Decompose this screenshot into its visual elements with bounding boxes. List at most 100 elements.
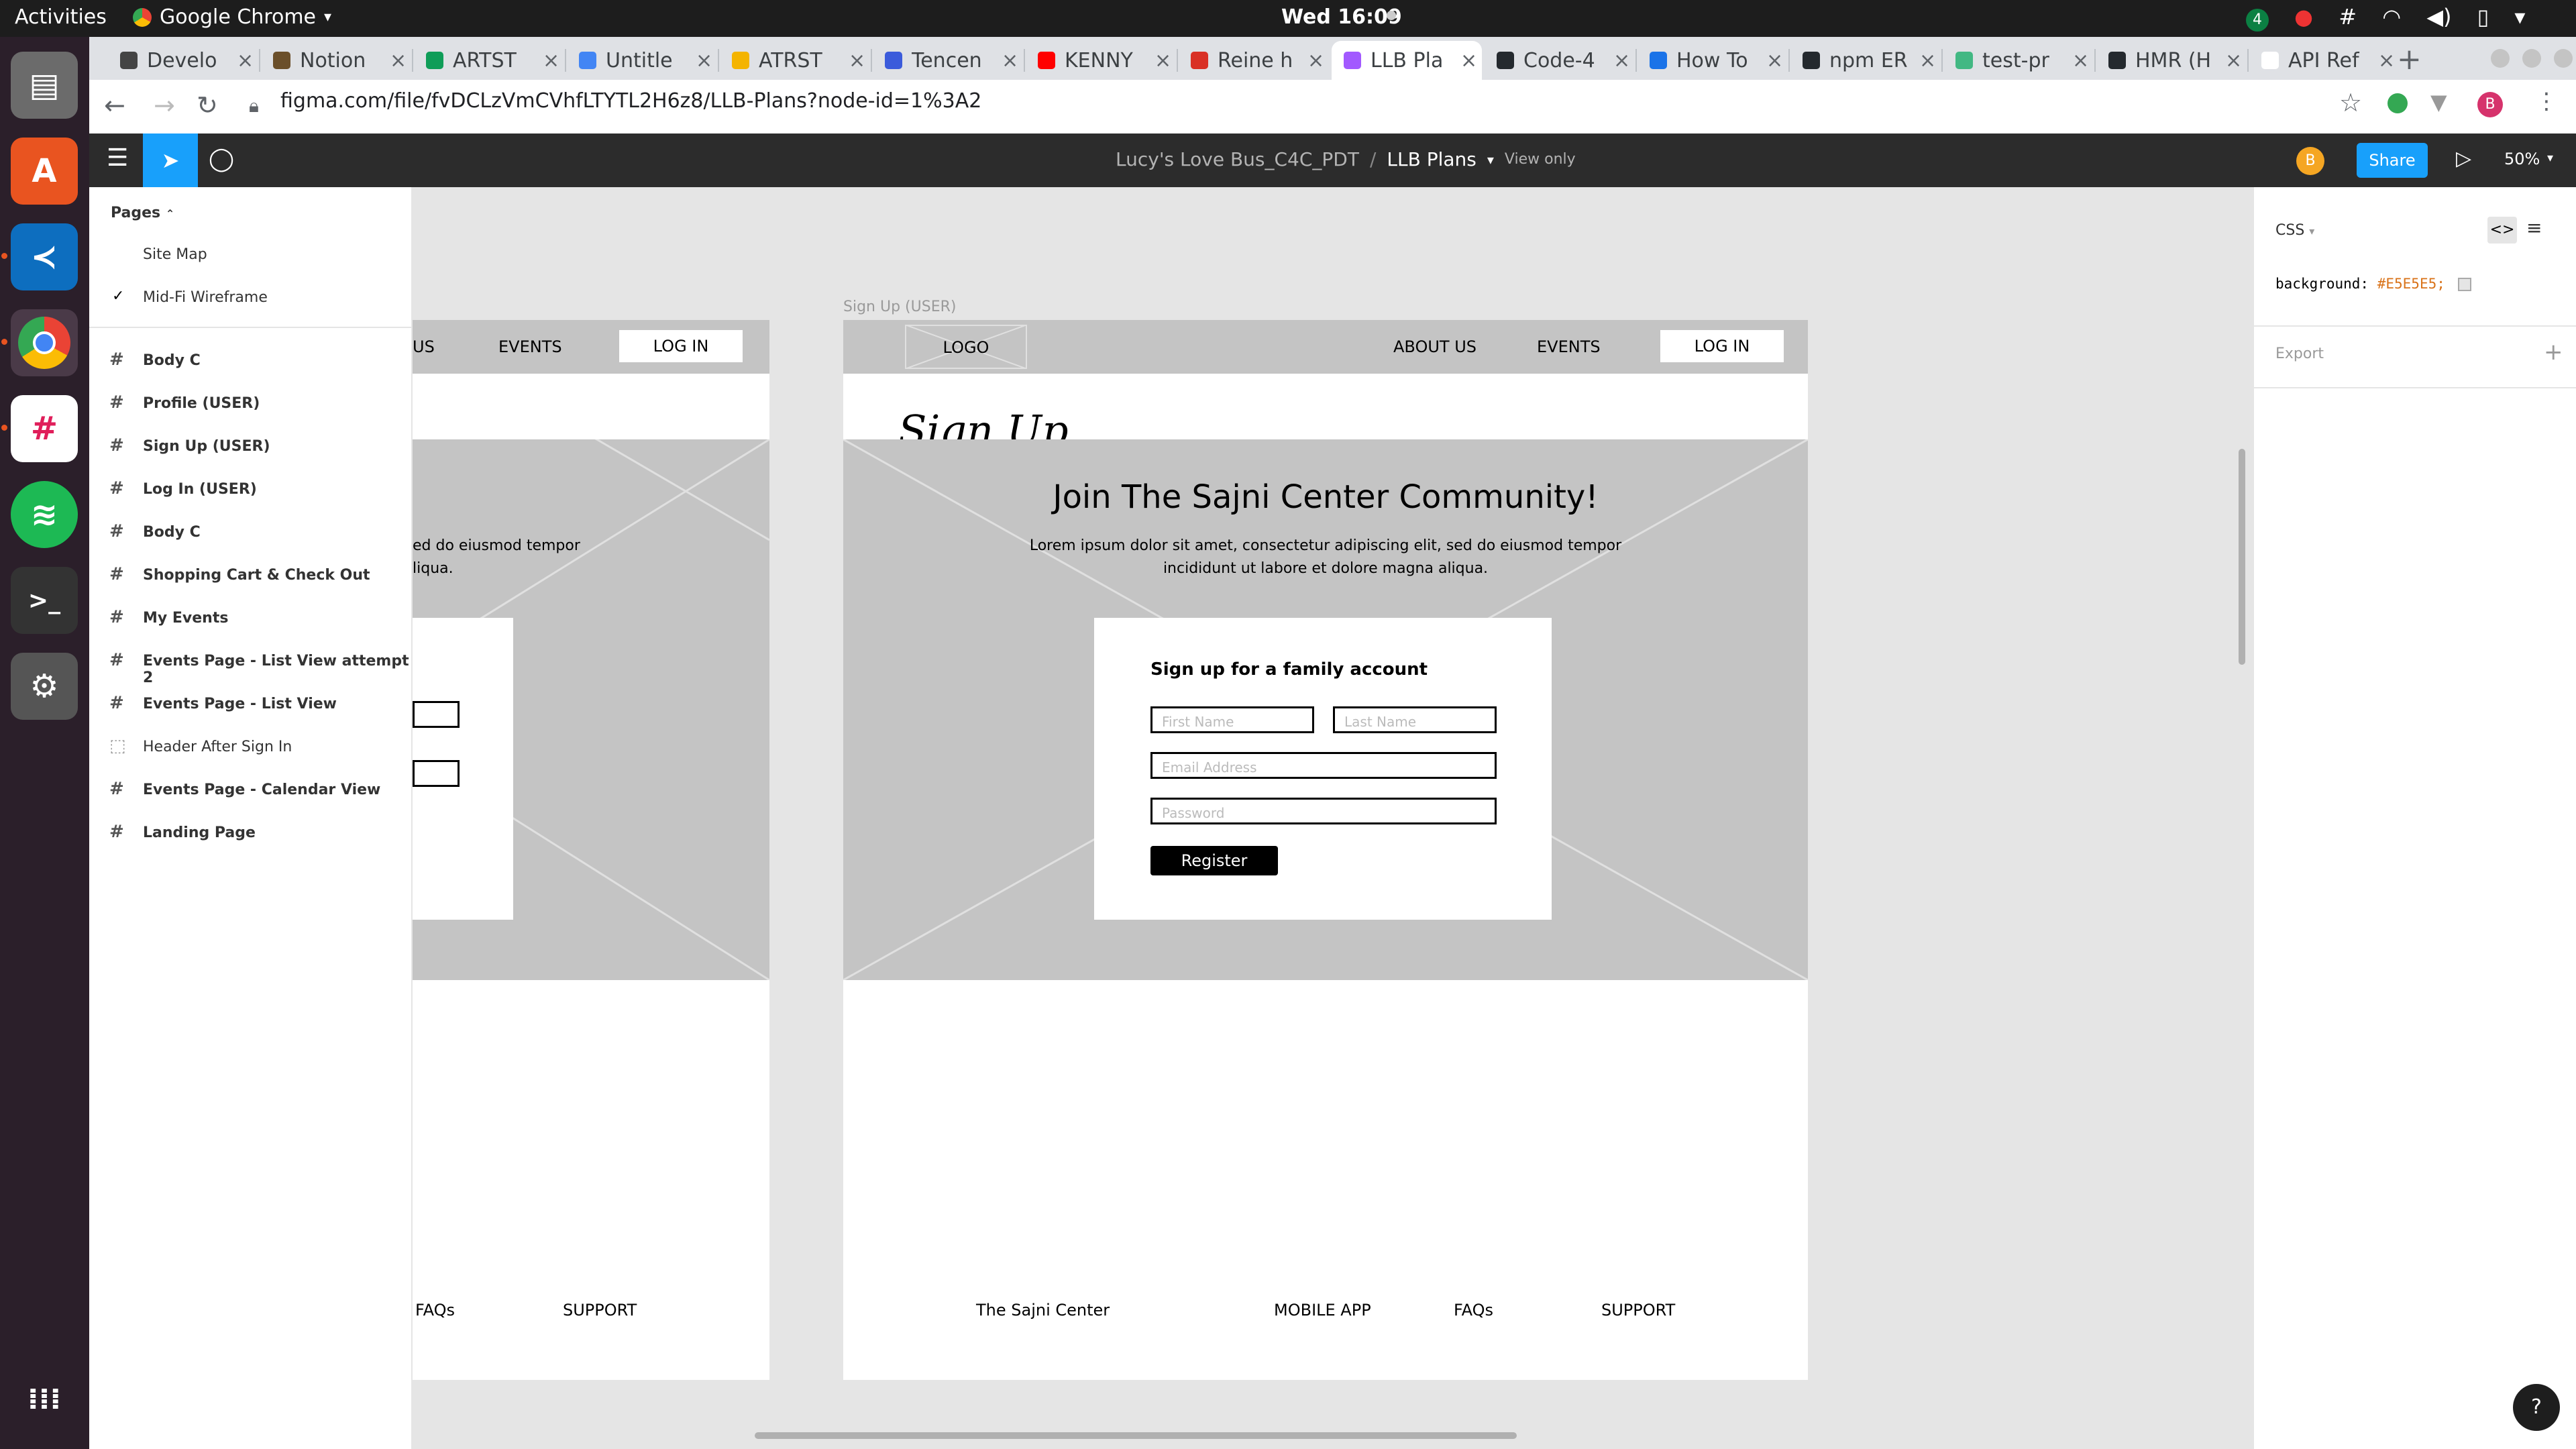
frame-list-item[interactable]: Events Page - List View	[143, 696, 337, 712]
language-select[interactable]: CSS ▾	[2275, 222, 2314, 239]
tab-close-icon[interactable]: ×	[2378, 49, 2395, 72]
frame-list-item[interactable]: Body C	[143, 524, 201, 541]
browser-tab[interactable]: Notion ×	[261, 41, 411, 80]
address-bar[interactable]: figma.com/file/fvDCLzVmCVhfLTYTL2H6z8/LL…	[280, 89, 981, 113]
browser-tab[interactable]: Code-4 ×	[1485, 41, 1635, 80]
file-name[interactable]: Lucy's Love Bus_C4C_PDT	[1116, 148, 1359, 170]
chevron-down-icon[interactable]: ▾	[2547, 151, 2553, 165]
browser-tab[interactable]: ARTST ×	[414, 41, 564, 80]
browser-tab[interactable]: Reine h ×	[1179, 41, 1329, 80]
browser-tab[interactable]: API Ref ×	[2249, 41, 2400, 80]
extension-icon[interactable]	[2387, 93, 2408, 113]
logo-placeholder[interactable]: LOGO	[905, 325, 1027, 369]
pages-header[interactable]: Pages ⌃	[111, 205, 174, 221]
browser-tab[interactable]: Untitle ×	[567, 41, 717, 80]
more-menu-icon[interactable]: ⋮	[2535, 88, 2558, 115]
frame-list-item[interactable]: Events Page - Calendar View	[143, 782, 380, 798]
frame-sign-up[interactable]: LOGO ABOUT US EVENTS LOG IN Sign Up Join…	[843, 320, 1808, 1380]
tab-close-icon[interactable]: ×	[2225, 49, 2242, 72]
frame-list-item[interactable]: Sign Up (USER)	[143, 438, 270, 455]
settings-tools-icon[interactable]: ⚙	[11, 653, 78, 720]
code-view-icon[interactable]: <>	[2487, 217, 2517, 244]
software-center-icon[interactable]: A	[11, 138, 78, 205]
comment-tool-icon[interactable]: ◯	[209, 146, 234, 172]
nav-link-events[interactable]: EVENTS	[1537, 337, 1601, 356]
tab-close-icon[interactable]: ×	[1460, 49, 1477, 72]
chevron-down-icon[interactable]: ▾	[1487, 152, 1494, 168]
user-avatar[interactable]: B	[2296, 147, 2324, 175]
horizontal-scrollbar[interactable]	[755, 1432, 1517, 1439]
frame-list-item[interactable]: My Events	[143, 610, 228, 627]
app-menu[interactable]: Google Chrome ▾	[133, 5, 331, 29]
password-field[interactable]	[413, 760, 460, 787]
password-field[interactable]: Password	[1150, 798, 1497, 824]
nav-link-events[interactable]: EVENTS	[498, 337, 562, 356]
project-name[interactable]: LLB Plans	[1387, 148, 1476, 170]
first-name-field[interactable]: First Name	[1150, 706, 1314, 733]
nav-link-about-us[interactable]: ABOUT US	[1393, 337, 1477, 356]
move-tool-button[interactable]: ➤	[143, 133, 198, 187]
footer-link-sajni-center[interactable]: The Sajni Center	[976, 1301, 1110, 1320]
browser-tab[interactable]: npm ER ×	[1790, 41, 1941, 80]
page-item-site-map[interactable]: Site Map	[143, 246, 207, 263]
tab-close-icon[interactable]: ×	[1766, 49, 1783, 72]
minimize-button[interactable]	[2491, 49, 2510, 68]
bookmark-star-icon[interactable]: ☆	[2339, 88, 2362, 117]
clock[interactable]: Wed 16:09	[1281, 5, 1402, 29]
browser-tab[interactable]: test-pr ×	[1943, 41, 2094, 80]
spotify-icon[interactable]: ≋	[11, 481, 78, 548]
footer-link-mobile-app[interactable]: MOBILE APP	[1274, 1301, 1371, 1320]
zoom-level[interactable]: 50%	[2504, 150, 2540, 168]
username-field[interactable]	[413, 701, 460, 728]
add-export-icon[interactable]: +	[2544, 339, 2563, 366]
last-name-field[interactable]: Last Name	[1333, 706, 1497, 733]
main-menu-icon[interactable]: ☰	[107, 144, 128, 172]
browser-tab[interactable]: HMR (H ×	[2096, 41, 2247, 80]
frame-login-partial[interactable]: US EVENTS LOG IN ed do eiusmod tempor li…	[413, 320, 769, 1380]
share-button[interactable]: Share	[2357, 143, 2428, 178]
login-button[interactable]: LOG IN	[1660, 330, 1784, 362]
footer-link-support[interactable]: SUPPORT	[1601, 1301, 1675, 1320]
show-apps-icon[interactable]: ⁞⁞⁞	[11, 1365, 78, 1432]
vertical-scrollbar[interactable]	[2239, 449, 2245, 665]
terminal-icon[interactable]: >_	[11, 567, 78, 634]
frame-list-item[interactable]: Log In (USER)	[143, 481, 257, 498]
frame-list-item[interactable]: Profile (USER)	[143, 395, 260, 412]
footer-link-faqs[interactable]: FAQs	[1454, 1301, 1493, 1320]
tab-close-icon[interactable]: ×	[237, 49, 254, 72]
help-button[interactable]: ?	[2513, 1384, 2560, 1431]
browser-tab[interactable]: Develo ×	[108, 41, 258, 80]
back-icon[interactable]: ←	[104, 91, 125, 120]
profile-avatar[interactable]: B	[2477, 92, 2503, 117]
frame-list-item[interactable]: Shopping Cart & Check Out	[143, 567, 370, 584]
frame-list-item[interactable]: Header After Sign In	[143, 739, 292, 755]
register-button[interactable]: Register	[1150, 846, 1278, 875]
system-tray[interactable]: 4 ● # ◠ ◀) ▯ ▾	[2227, 4, 2525, 32]
tab-close-icon[interactable]: ×	[1002, 49, 1018, 72]
notification-badge[interactable]: 4	[2246, 9, 2269, 32]
vscode-icon[interactable]: ≺	[1, 223, 78, 290]
tab-close-icon[interactable]: ×	[2072, 49, 2089, 72]
browser-tab[interactable]: Tencen ×	[873, 41, 1023, 80]
login-button[interactable]: LOG IN	[619, 330, 743, 362]
list-view-icon[interactable]: ≡	[2526, 217, 2542, 239]
new-tab-button[interactable]: +	[2397, 42, 2422, 76]
tab-close-icon[interactable]: ×	[1307, 49, 1324, 72]
frame-label[interactable]: Sign Up (USER)	[843, 299, 956, 315]
slack-icon[interactable]: #	[1, 395, 78, 462]
frame-list-item[interactable]: Events Page - List View attempt 2	[143, 653, 411, 686]
tab-close-icon[interactable]: ×	[696, 49, 712, 72]
nav-link-about-us[interactable]: US	[413, 337, 435, 356]
browser-tab[interactable]: LLB Pla ×	[1332, 41, 1482, 80]
tab-close-icon[interactable]: ×	[1613, 49, 1630, 72]
reload-icon[interactable]: ↻	[197, 91, 218, 120]
tab-close-icon[interactable]: ×	[849, 49, 865, 72]
present-play-icon[interactable]: ▷	[2456, 147, 2471, 170]
tab-close-icon[interactable]: ×	[543, 49, 559, 72]
chrome-dock-icon[interactable]	[1, 309, 78, 376]
forward-icon[interactable]: →	[154, 91, 175, 120]
browser-tab[interactable]: How To ×	[1638, 41, 1788, 80]
browser-tab[interactable]: ATRST ×	[720, 41, 870, 80]
footer-link-faqs[interactable]: FAQs	[415, 1301, 455, 1320]
maximize-button[interactable]	[2522, 49, 2541, 68]
